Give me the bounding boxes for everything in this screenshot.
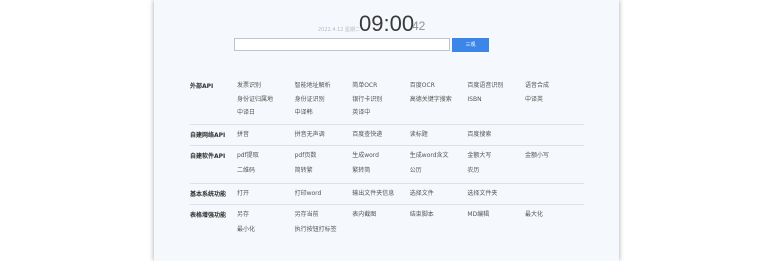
link-amount-uppercase[interactable]: 金额大写 — [467, 150, 525, 161]
link-en-to-zh[interactable]: 英译中 — [352, 107, 410, 118]
link-zh-to-en[interactable]: 中译英 — [525, 94, 583, 105]
link-pdf-page-count[interactable]: pdf页数 — [295, 150, 353, 161]
link-print-word[interactable]: 打印word — [295, 188, 353, 199]
section-links: 打开 打印word 输出文件夹信息 选择文件 选择文件夹 — [237, 184, 583, 204]
link-pinyin[interactable]: 拼音 — [237, 129, 295, 140]
link-bank-card-recognition[interactable]: 银行卡识别 — [352, 94, 410, 105]
link-qr-code[interactable]: 二维码 — [237, 165, 295, 176]
link-lunar-calendar[interactable]: 农历 — [467, 165, 525, 176]
link-generate-word[interactable]: 生成word — [352, 150, 410, 161]
link-md-edit[interactable]: MD编辑 — [467, 209, 525, 220]
search-button[interactable]: 三观 — [452, 38, 489, 52]
link-traditional-to-simplified[interactable]: 繁转简 — [352, 165, 410, 176]
section-title: 外部API — [190, 83, 214, 90]
link-baidu-search[interactable]: 百度搜索 — [467, 129, 525, 140]
link-output-folder-info[interactable]: 输出文件夹信息 — [352, 188, 410, 199]
link-invoice-recognition[interactable]: 发票识别 — [237, 80, 295, 91]
link-select-file[interactable]: 选择文件 — [410, 188, 468, 199]
link-open[interactable]: 打开 — [237, 188, 295, 199]
link-pdf-extract[interactable]: pdf提取 — [237, 150, 295, 161]
link-select-folder[interactable]: 选择文件夹 — [467, 188, 525, 199]
link-pinyin-no-tone[interactable]: 拼音无声调 — [295, 129, 353, 140]
link-address-parse[interactable]: 智能地址解析 — [295, 80, 353, 91]
link-minimize[interactable]: 最小化 — [237, 224, 295, 235]
link-label-exec-button[interactable]: 执行按钮打标签 — [295, 224, 353, 235]
link-amap-keyword-search[interactable]: 高德关键字搜索 — [410, 94, 468, 105]
clock-date: 2022.4.12 星期二 — [318, 27, 361, 33]
main-panel: 2022.4.12 星期二 09:00 42 三观 外部API 发票识别 智能地… — [154, 0, 619, 261]
section-table-enhancement: 表格增强功能 另存 另存当前 表内截图 结束脚本 MD编辑 最大化 最小化 执行… — [190, 205, 584, 241]
search-input[interactable] — [234, 38, 450, 51]
section-links: 另存 另存当前 表内截图 结束脚本 MD编辑 最大化 最小化 执行按钮打标签 — [237, 205, 583, 241]
link-speech-synthesis[interactable]: 语音合成 — [525, 80, 583, 91]
section-title: 表格增强功能 — [190, 212, 227, 219]
section-external-api: 外部API 发票识别 智能地址解析 简单OCR 百度OCR 百度语音识别 语音合… — [190, 76, 584, 125]
link-isbn[interactable]: ISBN — [467, 94, 525, 105]
link-baidu-ocr[interactable]: 百度OCR — [410, 80, 468, 91]
link-zh-to-ko[interactable]: 中译韩 — [295, 107, 353, 118]
link-save-current-as[interactable]: 另存当前 — [295, 209, 353, 220]
section-links: 发票识别 智能地址解析 简单OCR 百度OCR 百度语音识别 语音合成 身份证归… — [237, 76, 583, 124]
clock-display: 2022.4.12 星期二 09:00 42 — [154, 8, 619, 38]
link-read-title[interactable]: 读标题 — [410, 129, 468, 140]
link-id-card-location[interactable]: 身份证归属地 — [237, 94, 295, 105]
link-simplified-to-traditional[interactable]: 简转繁 — [295, 165, 353, 176]
link-maximize[interactable]: 最大化 — [525, 209, 583, 220]
section-software-api: 自建软件API pdf提取 pdf页数 生成word 生成word含文 金额大写… — [190, 146, 584, 184]
section-title: 自建软件API — [190, 153, 226, 160]
link-gregorian-calendar[interactable]: 公历 — [410, 165, 468, 176]
link-zh-to-ja[interactable]: 中译日 — [237, 107, 295, 118]
link-id-card-recognition[interactable]: 身份证识别 — [295, 94, 353, 105]
link-baidu-express[interactable]: 百度查快递 — [352, 129, 410, 140]
link-amount-lowercase[interactable]: 金额小写 — [525, 150, 583, 161]
link-simple-ocr[interactable]: 简单OCR — [352, 80, 410, 91]
section-network-api: 自建网络API 拼音 拼音无声调 百度查快递 读标题 百度搜索 — [190, 125, 584, 146]
link-table-screenshot[interactable]: 表内截图 — [352, 209, 410, 220]
section-links: 拼音 拼音无声调 百度查快递 读标题 百度搜索 — [237, 125, 583, 145]
function-sections: 外部API 发票识别 智能地址解析 简单OCR 百度OCR 百度语音识别 语音合… — [190, 76, 584, 241]
section-title: 基本系统功能 — [190, 191, 227, 198]
section-title: 自建网络API — [190, 132, 226, 139]
section-links: pdf提取 pdf页数 生成word 生成word含文 金额大写 金额小写 二维… — [237, 146, 583, 183]
link-generate-word-with-text[interactable]: 生成word含文 — [410, 150, 468, 161]
section-basic-system: 基本系统功能 打开 打印word 输出文件夹信息 选择文件 选择文件夹 — [190, 184, 584, 205]
clock-seconds: 42 — [412, 19, 426, 33]
link-baidu-speech-recognition[interactable]: 百度语音识别 — [467, 80, 525, 91]
clock-time: 09:00 — [359, 11, 415, 36]
link-end-script[interactable]: 结束脚本 — [410, 209, 468, 220]
link-save-as[interactable]: 另存 — [237, 209, 295, 220]
